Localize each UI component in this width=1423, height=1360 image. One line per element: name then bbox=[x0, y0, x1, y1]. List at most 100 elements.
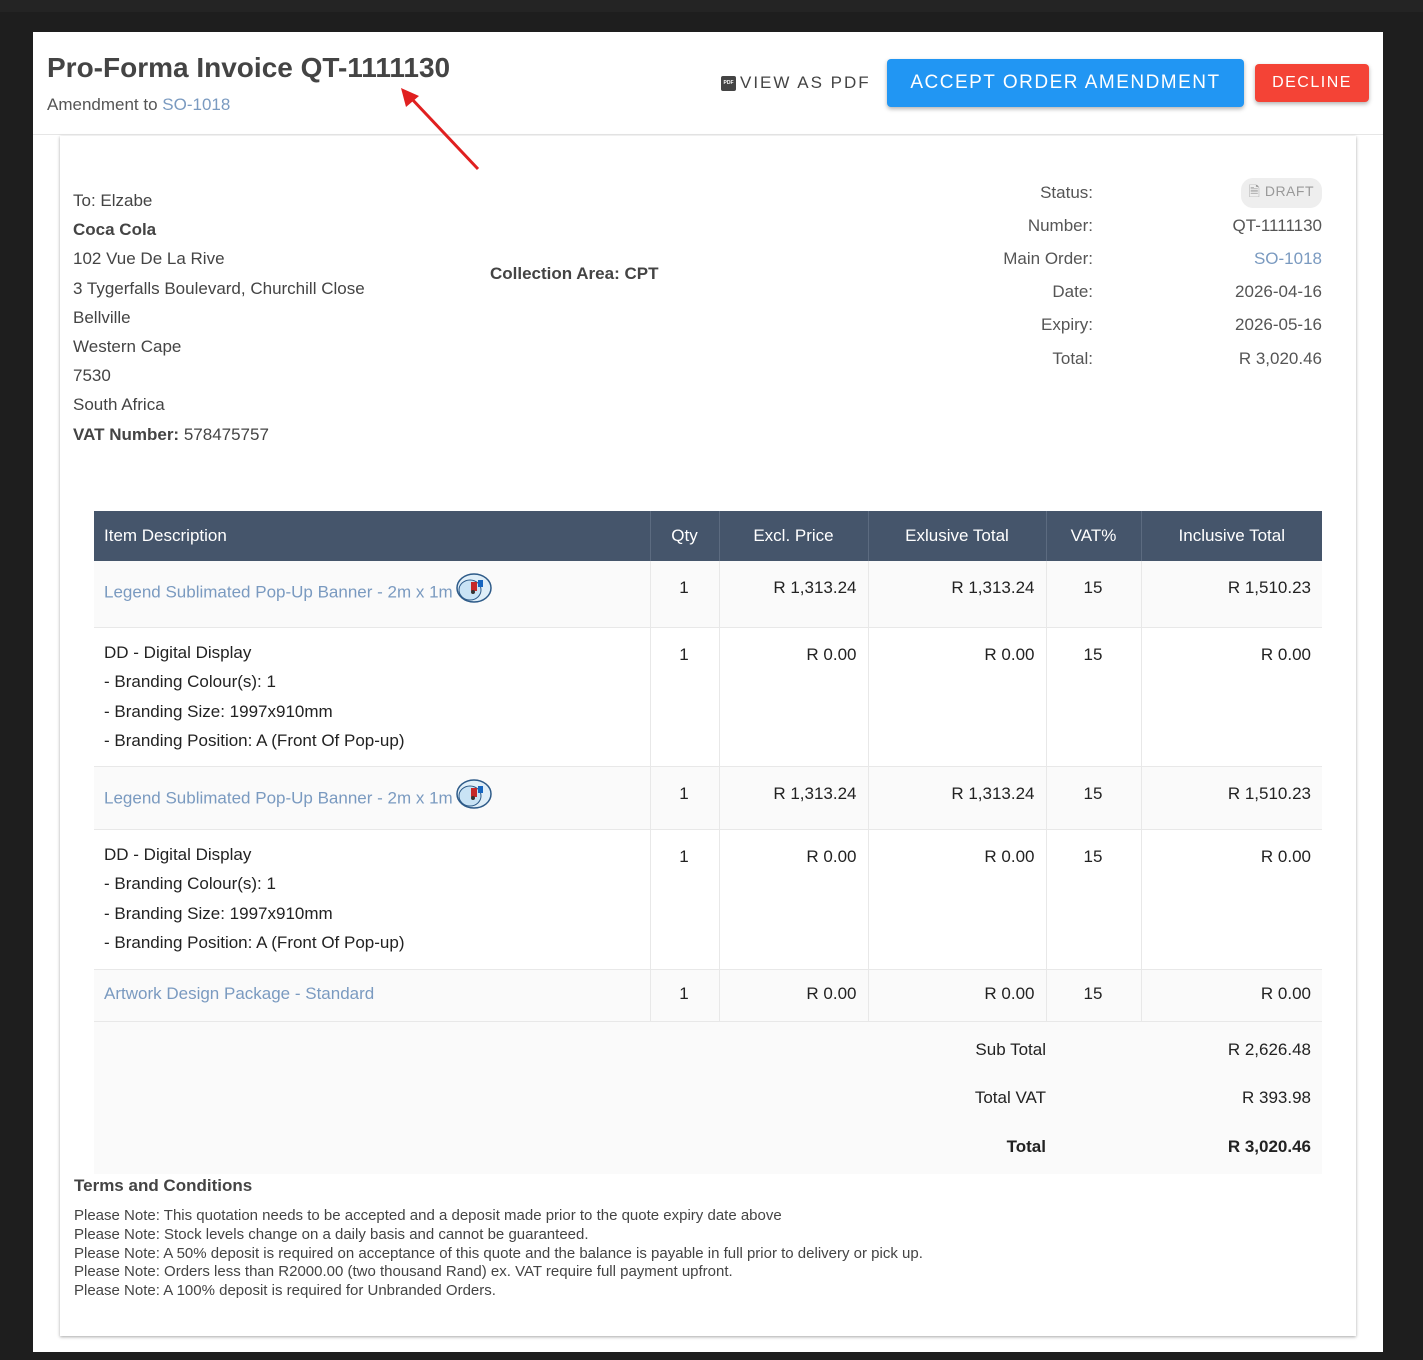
inclusive-total-cell: R 0.00 bbox=[1141, 829, 1322, 970]
terms-and-conditions: Terms and Conditions Please Note: This q… bbox=[74, 1176, 923, 1301]
header-inclusive-total: Inclusive Total bbox=[1141, 511, 1322, 561]
table-row: DD - Digital Display - Branding Colour(s… bbox=[94, 829, 1322, 970]
product-link[interactable]: Legend Sublimated Pop-Up Banner - 2m x 1… bbox=[104, 788, 453, 807]
vat-cell: 15 bbox=[1046, 766, 1142, 830]
meta-expiry: Expiry: 2026-05-16 bbox=[920, 309, 1322, 342]
grand-total-value: R 3,020.46 bbox=[1046, 1124, 1322, 1174]
address-line: 3 Tygerfalls Boulevard, Churchill Close bbox=[73, 278, 365, 298]
exclusive-total-cell: R 0.00 bbox=[868, 969, 1047, 1022]
decline-button[interactable]: DECLINE bbox=[1255, 64, 1369, 102]
draft-doc-icon: 🗎 bbox=[1248, 182, 1261, 199]
qty-cell: 1 bbox=[650, 766, 720, 830]
header-vat-percent: VAT% bbox=[1046, 511, 1142, 561]
address-line: 102 Vue De La Rive bbox=[73, 249, 225, 269]
header-exclusive-total: Exlusive Total bbox=[868, 511, 1047, 561]
exclusive-total-cell: R 0.00 bbox=[868, 829, 1047, 970]
qty-cell: 1 bbox=[650, 829, 720, 970]
amendment-subtitle: Amendment to SO-1018 bbox=[47, 95, 230, 115]
vat-cell: 15 bbox=[1046, 561, 1142, 628]
address-line: Bellville bbox=[73, 307, 131, 327]
subtotal-row: Sub Total R 2,626.48 bbox=[94, 1021, 1322, 1075]
table-row: Artwork Design Package - Standard 1 R 0.… bbox=[94, 969, 1322, 1022]
total-vat-label: Total VAT bbox=[974, 1088, 1046, 1107]
vat-cell: 15 bbox=[1046, 829, 1142, 970]
inclusive-total-cell: R 0.00 bbox=[1141, 627, 1322, 767]
item-description-cell: DD - Digital Display - Branding Colour(s… bbox=[94, 627, 651, 767]
total-vat-label-cell: Total VAT bbox=[94, 1075, 1046, 1124]
excl-price-cell: R 0.00 bbox=[719, 627, 869, 767]
billing-address: To: Elzabe Coca Cola 102 Vue De La Rive … bbox=[73, 186, 365, 449]
table-row: Legend Sublimated Pop-Up Banner - 2m x 1… bbox=[94, 561, 1322, 628]
exclusive-total-cell: R 1,313.24 bbox=[868, 766, 1047, 830]
terms-line: Please Note: This quotation needs to be … bbox=[74, 1207, 782, 1224]
expiry-label: Expiry: bbox=[1041, 315, 1093, 335]
meta-number: Number: QT-1111130 bbox=[920, 209, 1322, 242]
vat-number-value: 578475757 bbox=[183, 424, 269, 444]
product-link[interactable]: Artwork Design Package - Standard bbox=[104, 984, 374, 1003]
invoice-meta: Status: 🗎 DRAFT Number: QT-1111130 Main … bbox=[920, 176, 1322, 375]
inclusive-total-cell: R 0.00 bbox=[1141, 969, 1322, 1022]
address-to: To: Elzabe bbox=[73, 191, 153, 210]
terms-heading: Terms and Conditions bbox=[74, 1176, 253, 1195]
exclusive-total-cell: R 1,313.24 bbox=[868, 561, 1047, 628]
terms-line: Please Note: A 100% deposit is required … bbox=[74, 1282, 496, 1300]
option-detail: - Branding Colour(s): 1 bbox=[104, 672, 276, 691]
status-value-cell: 🗎 DRAFT bbox=[1093, 177, 1322, 208]
grand-total-label: Total bbox=[1006, 1137, 1046, 1156]
excl-price-cell: R 0.00 bbox=[719, 829, 869, 970]
option-detail: - Branding Position: A (Front Of Pop-up) bbox=[104, 731, 405, 750]
table-header-row: Item Description Qty Excl. Price Exlusiv… bbox=[94, 511, 1322, 561]
excl-price-cell: R 1,313.24 bbox=[719, 561, 869, 628]
total-label: Total: bbox=[1052, 348, 1093, 368]
item-description-cell: Legend Sublimated Pop-Up Banner - 2m x 1… bbox=[94, 561, 651, 628]
qty-cell: 1 bbox=[650, 969, 720, 1022]
vat-cell: 15 bbox=[1046, 969, 1142, 1022]
subtotal-label: Sub Total bbox=[975, 1039, 1046, 1059]
qty-cell: 1 bbox=[650, 627, 720, 767]
item-description-cell: Artwork Design Package - Standard bbox=[94, 969, 651, 1022]
product-link[interactable]: Legend Sublimated Pop-Up Banner - 2m x 1… bbox=[104, 582, 453, 601]
terms-line: Please Note: Stock levels change on a da… bbox=[74, 1225, 589, 1243]
total-value: R 3,020.46 bbox=[1238, 348, 1322, 368]
option-detail: - Branding Size: 1997x910mm bbox=[104, 701, 333, 721]
vat-number: VAT Number: 578475757 bbox=[73, 420, 365, 449]
main-order-label: Main Order: bbox=[1003, 248, 1093, 268]
subtotal-label-cell: Sub Total bbox=[94, 1021, 1046, 1075]
line-items-table: Item Description Qty Excl. Price Exlusiv… bbox=[94, 511, 1322, 1174]
subtotal-value: R 2,626.48 bbox=[1046, 1021, 1322, 1075]
address-line: 7530 bbox=[73, 366, 111, 386]
vat-number-label: VAT Number: bbox=[73, 424, 180, 444]
terms-line: Please Note: Orders less than R2000.00 (… bbox=[74, 1263, 733, 1281]
excl-price-cell: R 0.00 bbox=[719, 969, 869, 1022]
item-description-cell: DD - Digital Display - Branding Colour(s… bbox=[94, 829, 651, 970]
invoice-modal: Pro-Forma Invoice QT-1111130 Amendment t… bbox=[33, 32, 1383, 1352]
total-vat-row: Total VAT R 393.98 bbox=[94, 1075, 1322, 1124]
expiry-value: 2026-05-16 bbox=[1235, 315, 1322, 335]
status-badge-text: DRAFT bbox=[1264, 182, 1314, 199]
main-order-value-cell: SO-1018 bbox=[1093, 249, 1322, 269]
collection-area: Collection Area: CPT bbox=[490, 264, 659, 283]
header-item-description: Item Description bbox=[94, 511, 651, 561]
address-line: Western Cape bbox=[73, 337, 182, 357]
number-label: Number: bbox=[1027, 215, 1093, 235]
meta-status: Status: 🗎 DRAFT bbox=[920, 176, 1322, 209]
number-value: QT-1111130 bbox=[1232, 215, 1322, 235]
address-line: South Africa bbox=[73, 395, 165, 415]
view-pdf-button[interactable]: PDF VIEW AS PDF bbox=[721, 73, 871, 93]
amendment-prefix: Amendment to bbox=[47, 95, 158, 114]
option-detail: - Branding Size: 1997x910mm bbox=[104, 903, 333, 923]
main-order-link[interactable]: SO-1018 bbox=[1254, 249, 1322, 268]
status-badge: 🗎 DRAFT bbox=[1240, 177, 1322, 208]
product-thumbnail-icon[interactable] bbox=[453, 777, 493, 811]
meta-date: Date: 2026-04-16 bbox=[920, 276, 1322, 309]
meta-total: Total: R 3,020.46 bbox=[920, 342, 1322, 375]
address-company: Coca Cola bbox=[73, 220, 157, 240]
accept-order-amendment-button[interactable]: ACCEPT ORDER AMENDMENT bbox=[887, 59, 1244, 107]
header-excl-price: Excl. Price bbox=[719, 511, 869, 561]
item-description-cell: Legend Sublimated Pop-Up Banner - 2m x 1… bbox=[94, 766, 651, 830]
date-label: Date: bbox=[1052, 282, 1093, 302]
top-bar bbox=[0, 0, 1423, 12]
product-thumbnail-icon[interactable] bbox=[453, 571, 493, 605]
amendment-order-link[interactable]: SO-1018 bbox=[162, 95, 230, 114]
view-pdf-label: VIEW AS PDF bbox=[740, 73, 871, 92]
